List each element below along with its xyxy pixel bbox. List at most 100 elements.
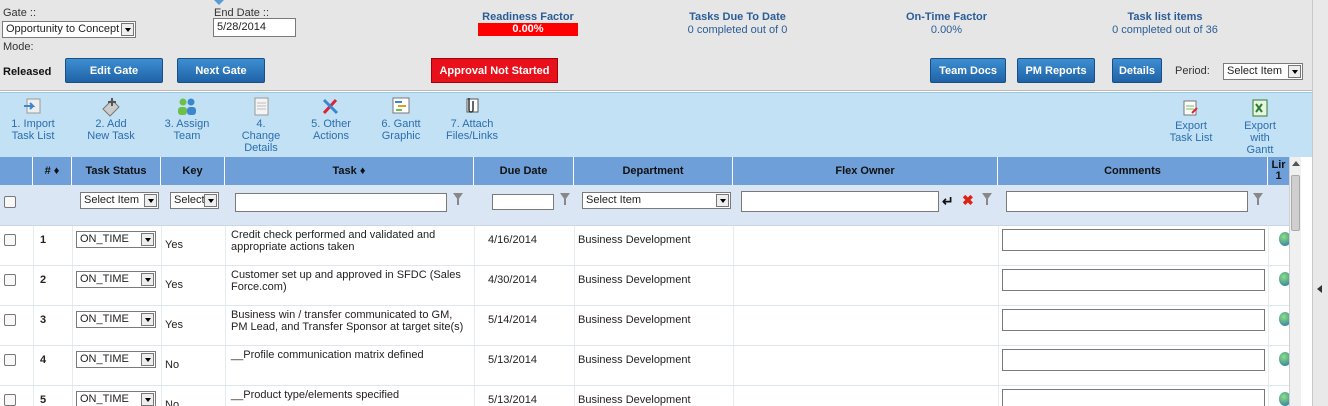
column-divider <box>574 306 575 346</box>
row-key: No <box>165 399 180 406</box>
gantt-graphic-button[interactable]: 6. Gantt Graphic <box>370 95 432 142</box>
table-row: 3 ON_TIME Yes Business win / transfer commu… <box>0 306 1291 346</box>
row-comment-input[interactable] <box>1002 349 1265 371</box>
action-toolbar: 1. Import Task List 2. Add New Task 3. A… <box>0 92 1312 157</box>
document-icon <box>254 97 269 116</box>
key-filter-select[interactable]: Select <box>170 192 219 209</box>
add-new-task-button[interactable]: 2. Add New Task <box>80 95 142 142</box>
other-actions-button[interactable]: 5. Other Actions <box>300 95 362 142</box>
column-divider <box>998 306 999 346</box>
column-header-due[interactable]: Due Date <box>474 157 574 185</box>
column-divider <box>733 306 734 346</box>
column-header-num[interactable]: # ♦ <box>33 157 72 185</box>
vertical-scrollbar[interactable] <box>1289 157 1301 406</box>
change-label-3: Details <box>244 142 278 154</box>
attach-label-2: Files/Links <box>446 130 498 142</box>
row-comment-input[interactable] <box>1002 229 1265 251</box>
row-status-select[interactable]: ON_TIME <box>76 391 156 406</box>
team-docs-button[interactable]: Team Docs <box>930 58 1006 83</box>
row-department: Business Development <box>578 354 691 366</box>
row-department: Business Development <box>578 274 691 286</box>
end-date-input[interactable]: 5/28/2014 <box>213 18 296 37</box>
period-select[interactable]: Select Item <box>1223 63 1303 80</box>
chevron-down-icon <box>141 313 154 326</box>
row-task[interactable]: Credit check performed and validated and… <box>231 229 471 253</box>
row-task[interactable]: __Product type/elements specified <box>231 389 471 401</box>
column-header-key[interactable]: Key <box>161 157 225 185</box>
status-filter-select[interactable]: Select Item <box>80 192 159 209</box>
period-label: Period: <box>1175 65 1210 77</box>
side-panel-collapse[interactable] <box>1312 0 1328 406</box>
attach-files-button[interactable]: 7. Attach Files/Links <box>441 95 503 142</box>
chevron-left-icon[interactable] <box>1317 285 1322 293</box>
approval-status-button[interactable]: Approval Not Started <box>431 58 558 83</box>
due-filter-input[interactable] <box>492 194 554 210</box>
row-checkbox[interactable] <box>4 314 16 326</box>
filter-icon[interactable] <box>560 193 570 205</box>
row-number: 5 <box>40 394 47 406</box>
row-checkbox[interactable] <box>4 274 16 286</box>
filter-icon[interactable] <box>982 193 992 205</box>
export-gantt-label-1: Export <box>1244 120 1276 132</box>
column-header-dept[interactable]: Department <box>574 157 733 185</box>
column-header-owner[interactable]: Flex Owner <box>733 157 998 185</box>
row-due-date: 5/13/2014 <box>488 354 537 366</box>
row-task[interactable]: __Profile communication matrix defined <box>231 349 471 361</box>
row-task[interactable]: Business win / transfer communicated to … <box>231 309 471 333</box>
owner-filter-input[interactable] <box>741 191 939 212</box>
edit-gate-button[interactable]: Edit Gate <box>65 58 163 83</box>
scroll-thumb[interactable] <box>1291 175 1300 231</box>
filter-icon[interactable] <box>1253 193 1263 205</box>
column-divider <box>574 266 575 306</box>
column-divider <box>161 386 162 406</box>
row-comment-input[interactable] <box>1002 309 1265 331</box>
clear-icon[interactable]: ✖ <box>962 193 974 207</box>
next-gate-button[interactable]: Next Gate <box>177 58 265 83</box>
assign-team-button[interactable]: 3. Assign Team <box>156 95 218 142</box>
row-status-select[interactable]: ON_TIME <box>76 311 156 328</box>
column-divider <box>474 346 475 386</box>
gate-select[interactable]: Opportunity to Concept <box>2 21 136 38</box>
column-header-task[interactable]: Task ♦ <box>225 157 474 185</box>
gantt-label-2: Graphic <box>381 130 421 142</box>
row-comment-input[interactable] <box>1002 269 1265 291</box>
import-task-list-button[interactable]: 1. Import Task List <box>2 95 64 142</box>
column-divider <box>72 346 73 386</box>
change-details-button[interactable]: 4. Change Details <box>230 95 292 154</box>
scroll-up-icon[interactable] <box>1291 159 1300 168</box>
filter-icon[interactable] <box>453 193 463 205</box>
comments-filter-input[interactable] <box>1006 191 1248 212</box>
attach-label-1: 7. Attach <box>450 118 494 130</box>
column-header-extra[interactable]: Lir 1 <box>1268 157 1289 185</box>
enter-icon[interactable]: ↵ <box>942 194 954 208</box>
row-checkbox[interactable] <box>4 394 16 406</box>
row-checkbox[interactable] <box>4 234 16 246</box>
select-all-checkbox[interactable] <box>4 196 16 208</box>
details-button[interactable]: Details <box>1112 58 1162 83</box>
column-divider <box>161 226 162 266</box>
table-row: 4 ON_TIME No __Profile communication matrix… <box>0 346 1291 386</box>
row-status-select[interactable]: ON_TIME <box>76 271 156 288</box>
column-header-comments[interactable]: Comments <box>998 157 1268 185</box>
page: Gate :: Opportunity to Concept Mode: Rel… <box>0 0 1328 406</box>
row-task[interactable]: Customer set up and approved in SFDC (Sa… <box>231 269 471 293</box>
row-status-select[interactable]: ON_TIME <box>76 351 156 368</box>
chevron-down-icon <box>121 23 134 36</box>
row-comment-input[interactable] <box>1002 389 1265 406</box>
column-divider <box>72 386 73 406</box>
row-status-value: ON_TIME <box>80 273 129 285</box>
row-status-select[interactable]: ON_TIME <box>76 231 156 248</box>
column-header-status[interactable]: Task Status <box>72 157 161 185</box>
change-label-1: 4. <box>256 118 266 130</box>
column-divider <box>474 386 475 406</box>
export-task-list-button[interactable]: Export Task List <box>1160 97 1222 144</box>
dept-filter-select[interactable]: Select Item <box>582 192 731 209</box>
export-with-gantt-button[interactable]: Export with Gantt <box>1232 97 1288 156</box>
row-checkbox[interactable] <box>4 354 16 366</box>
row-status-value: ON_TIME <box>80 313 129 325</box>
column-divider <box>225 386 226 406</box>
task-filter-input[interactable] <box>235 193 447 212</box>
pm-reports-button[interactable]: PM Reports <box>1017 58 1095 83</box>
column-divider <box>33 226 34 266</box>
key-filter-value: Select <box>174 194 205 206</box>
